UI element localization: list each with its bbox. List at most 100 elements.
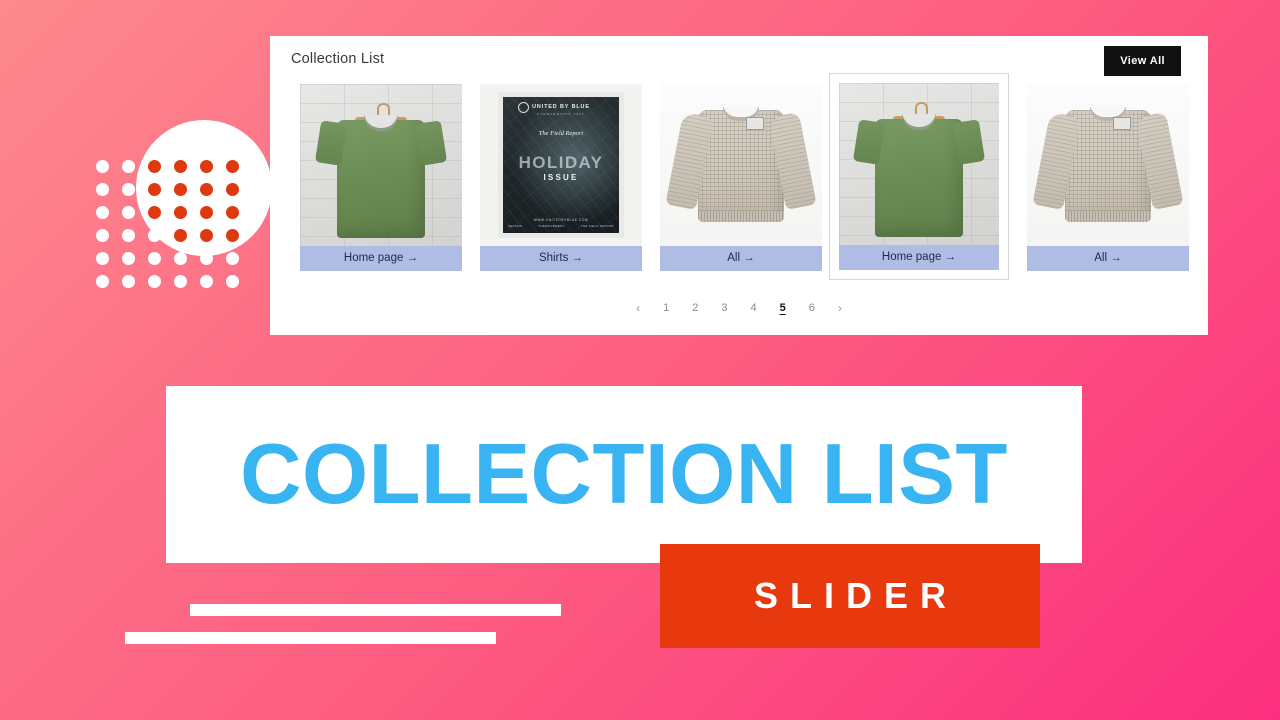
- collection-card-label-text: All: [1094, 252, 1108, 264]
- dot: [226, 160, 239, 173]
- pagination-next-icon[interactable]: ›: [836, 300, 844, 316]
- poster-foot-right: THE FIELD REPORT: [580, 223, 615, 228]
- collection-card[interactable]: UNITED BY BLUE STEWARDSHIP 1807 The Fiel…: [480, 84, 642, 271]
- dot: [226, 229, 239, 242]
- panel-header: Collection List View All: [270, 36, 1208, 84]
- collection-card-label[interactable]: All →: [1027, 246, 1189, 271]
- hero-title-band: COLLECTION LIST: [166, 386, 1082, 563]
- pagination-page-3[interactable]: 3: [719, 301, 729, 316]
- hero-title: COLLECTION LIST: [240, 427, 1008, 522]
- sweater-brand-tag: [746, 116, 765, 130]
- hero-badge-text: SLIDER: [753, 575, 958, 616]
- magazine-poster-graphic: UNITED BY BLUE STEWARDSHIP 1807 The Fiel…: [497, 92, 625, 238]
- pagination-page-6[interactable]: 6: [807, 301, 817, 316]
- poster-footer: SEASON THEMOVEMENT THE FIELD REPORT: [508, 224, 614, 228]
- poster-brand: UNITED BY BLUE: [532, 104, 590, 111]
- collection-card-image: UNITED BY BLUE STEWARDSHIP 1807 The Fiel…: [480, 84, 642, 246]
- collection-card-image: [660, 84, 822, 246]
- arrow-right-icon: →: [571, 252, 584, 264]
- pagination-prev-icon[interactable]: ‹: [634, 300, 642, 316]
- dot: [148, 160, 161, 173]
- pagination[interactable]: ‹ 1 2 3 4 5 6 ›: [270, 300, 1208, 316]
- dot: [148, 183, 161, 196]
- dot: [174, 206, 187, 219]
- dot: [174, 252, 187, 265]
- collection-card-label-text: Home page: [881, 251, 942, 263]
- dot-grid: [96, 155, 252, 293]
- pagination-page-1[interactable]: 1: [661, 301, 671, 316]
- green-tshirt-graphic: [875, 113, 963, 237]
- arrow-right-icon: →: [743, 252, 755, 264]
- sweater-hem: [698, 210, 784, 222]
- dot: [96, 183, 109, 196]
- dot: [200, 275, 213, 288]
- poster-headline: HOLIDAY: [518, 153, 604, 173]
- poster-foot-left: SEASON: [507, 223, 523, 228]
- pagination-page-4[interactable]: 4: [749, 301, 759, 316]
- tshirt-neckline: [364, 114, 398, 131]
- dot: [200, 252, 213, 265]
- decorative-bar-top: [190, 604, 561, 616]
- poster-url: WWW.UNITEDBYBLUE.COM: [533, 217, 589, 222]
- collection-card[interactable]: All →: [1027, 84, 1189, 271]
- arrow-right-icon: →: [1110, 252, 1122, 264]
- dot: [226, 275, 239, 288]
- collection-card-label[interactable]: Shirts →: [480, 246, 642, 271]
- dot: [200, 229, 213, 242]
- collection-card[interactable]: Home page →: [300, 84, 462, 271]
- poster-subhead: ISSUE: [543, 173, 579, 183]
- knit-sweater-graphic: [1065, 106, 1151, 222]
- dot: [96, 252, 109, 265]
- hero-badge: SLIDER: [660, 544, 1040, 648]
- collection-card-image: [839, 83, 999, 245]
- sweater-brand-tag: [1113, 116, 1132, 130]
- arrow-right-icon: →: [944, 251, 957, 263]
- dot: [174, 160, 187, 173]
- dot: [226, 206, 239, 219]
- collection-list-panel: Collection List View All Home page → UNI…: [270, 36, 1208, 335]
- knit-sweater-graphic: [698, 106, 784, 222]
- page-title: Collection List: [291, 51, 385, 67]
- poster-foot-mid: THEMOVEMENT: [538, 223, 565, 228]
- dot: [122, 183, 135, 196]
- dot: [148, 206, 161, 219]
- dot: [96, 275, 109, 288]
- dot: [122, 160, 135, 173]
- green-tshirt-graphic: [337, 114, 425, 238]
- dot: [200, 160, 213, 173]
- pagination-page-2[interactable]: 2: [690, 301, 700, 316]
- poster-artwork: UNITED BY BLUE STEWARDSHIP 1807 The Fiel…: [502, 97, 620, 233]
- decorative-bar-bottom: [125, 632, 496, 644]
- dot: [148, 275, 161, 288]
- dot: [148, 252, 161, 265]
- collection-slider-track[interactable]: Home page → UNITED BY BLUE STEWARDSHIP 1…: [270, 73, 1208, 294]
- view-all-button[interactable]: View All: [1104, 46, 1181, 76]
- poster-script: The Field Report: [538, 130, 584, 138]
- collection-card-label[interactable]: Home page →: [839, 245, 999, 270]
- collection-card-image: [1027, 84, 1189, 246]
- dot: [174, 229, 187, 242]
- collection-card-label-text: All: [727, 252, 741, 264]
- decorative-dot-pattern: [96, 120, 272, 288]
- collection-card-label-text: Home page: [343, 252, 404, 264]
- collection-card-label-text: Shirts: [538, 252, 569, 264]
- collection-card-label[interactable]: All →: [660, 246, 822, 271]
- collection-card-image: [300, 84, 462, 246]
- dot: [226, 252, 239, 265]
- dot: [122, 229, 135, 242]
- sweater-hem: [1065, 210, 1151, 222]
- tshirt-neckline: [902, 113, 936, 130]
- dot: [174, 183, 187, 196]
- dot: [200, 183, 213, 196]
- collection-card-label[interactable]: Home page →: [300, 246, 462, 271]
- dot: [226, 183, 239, 196]
- collection-card-selected[interactable]: Home page →: [829, 73, 1009, 280]
- arrow-right-icon: →: [406, 252, 419, 264]
- dot: [96, 229, 109, 242]
- collection-card[interactable]: All →: [660, 84, 822, 271]
- dot: [122, 206, 135, 219]
- pagination-page-5-active[interactable]: 5: [778, 301, 788, 316]
- dot: [122, 275, 135, 288]
- dot: [96, 160, 109, 173]
- dot: [122, 252, 135, 265]
